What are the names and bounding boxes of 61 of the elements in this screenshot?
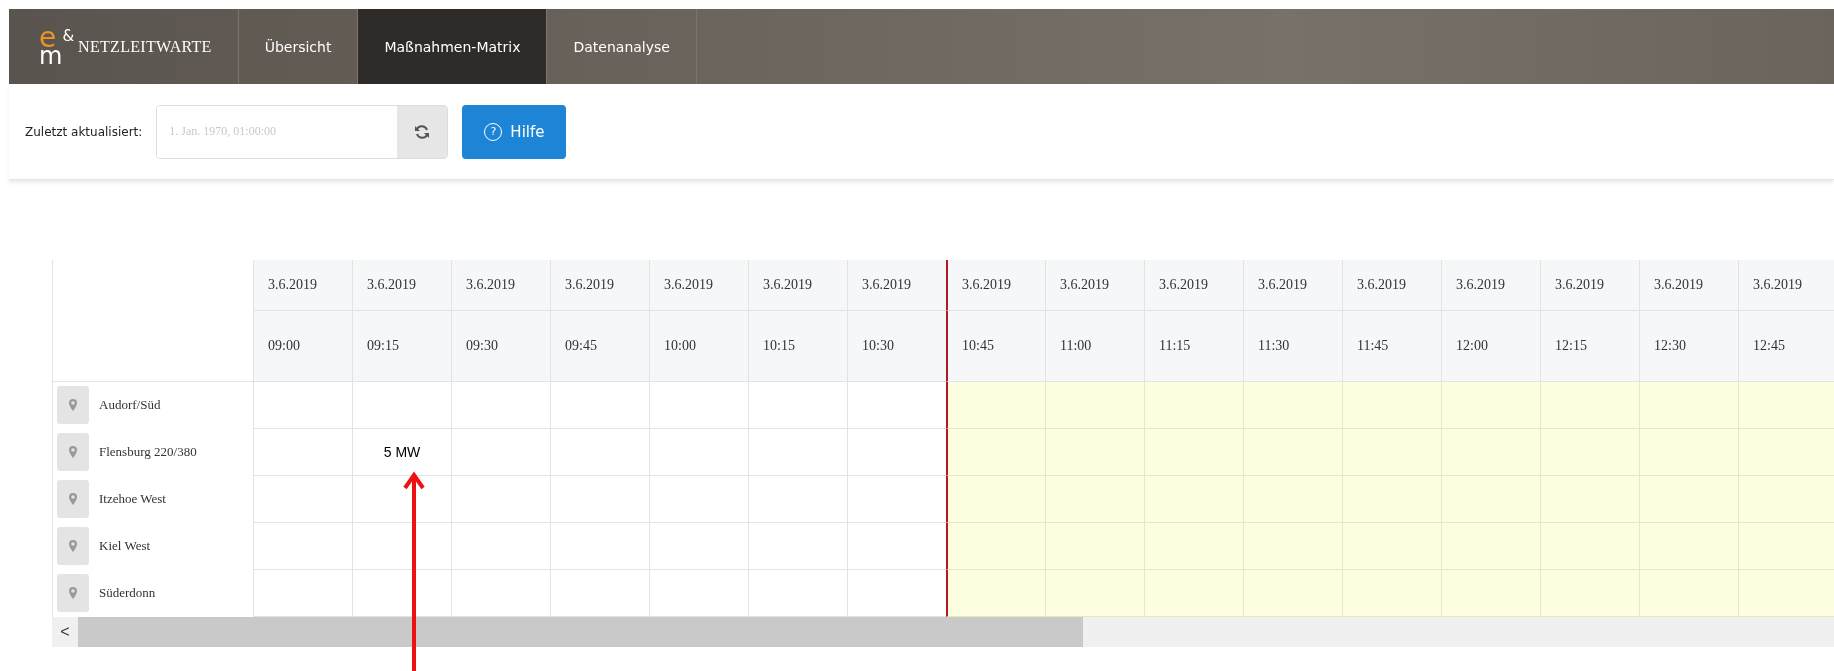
- date-header: 3.6.2019: [946, 260, 1045, 311]
- date-header: 3.6.2019: [1639, 260, 1738, 311]
- time-header: 09:15: [352, 311, 451, 382]
- date-header: 3.6.2019: [748, 260, 847, 311]
- pin-icon: [69, 540, 77, 552]
- brand-name: NETZLEITWARTE: [78, 37, 212, 56]
- date-header: 3.6.2019: [352, 260, 451, 311]
- horizontal-scrollbar[interactable]: <: [52, 617, 1834, 647]
- time-header: 10:30: [847, 311, 946, 382]
- time-header: 12:15: [1540, 311, 1639, 382]
- pin-icon: [69, 493, 77, 505]
- last-updated-label: Zuletzt aktualisiert:: [25, 124, 143, 139]
- time-header: 12:30: [1639, 311, 1738, 382]
- pin-icon: [69, 587, 77, 599]
- location-button[interactable]: [57, 574, 89, 612]
- refresh-icon: [414, 123, 431, 140]
- date-header: 3.6.2019: [847, 260, 946, 311]
- logo-ampersand: &: [62, 27, 75, 45]
- time-header: 10:00: [649, 311, 748, 382]
- nav-tab[interactable]: Maßnahmen-Matrix: [358, 9, 548, 84]
- location-button[interactable]: [57, 527, 89, 565]
- time-header: 10:45: [946, 311, 1045, 382]
- time-header: 11:15: [1144, 311, 1243, 382]
- date-header: 3.6.2019: [253, 260, 352, 311]
- pin-icon: [69, 446, 77, 458]
- date-header: 3.6.2019: [451, 260, 550, 311]
- station-name: Itzehoe West: [99, 491, 166, 507]
- time-header: 09:30: [451, 311, 550, 382]
- date-header: 3.6.2019: [1144, 260, 1243, 311]
- nav-tab[interactable]: Datenanalyse: [547, 9, 697, 84]
- time-header: 11:45: [1342, 311, 1441, 382]
- logo-letter: e: [39, 26, 57, 50]
- help-button[interactable]: ? Hilfe: [462, 104, 567, 159]
- station-name: Audorf/Süd: [99, 397, 161, 413]
- location-button[interactable]: [57, 386, 89, 424]
- date-header: 3.6.2019: [1045, 260, 1144, 311]
- station-name: Kiel West: [99, 538, 151, 554]
- location-button[interactable]: [57, 433, 89, 471]
- pin-icon: [69, 399, 77, 411]
- time-header: 11:30: [1243, 311, 1342, 382]
- time-header: 11:00: [1045, 311, 1144, 382]
- refresh-button[interactable]: [397, 105, 448, 158]
- time-header: 12:45: [1738, 311, 1834, 382]
- matrix-cell: 5 MW: [352, 429, 451, 476]
- time-header: 10:15: [748, 311, 847, 382]
- location-button[interactable]: [57, 480, 89, 518]
- time-header: 09:45: [550, 311, 649, 382]
- time-header: 09:00: [253, 311, 352, 382]
- date-header: 3.6.2019: [1243, 260, 1342, 311]
- date-header: 3.6.2019: [1738, 260, 1834, 311]
- date-header: 3.6.2019: [1540, 260, 1639, 311]
- logo-letter: m: [39, 47, 63, 67]
- time-header: 12:00: [1441, 311, 1540, 382]
- date-header: 3.6.2019: [1342, 260, 1441, 311]
- brand-logo[interactable]: e m & NETZLEITWARTE: [9, 9, 239, 84]
- scroll-thumb[interactable]: [78, 617, 1083, 647]
- station-name: Flensburg 220/380: [99, 444, 197, 460]
- date-header: 3.6.2019: [649, 260, 748, 311]
- station-name: Süderdonn: [99, 585, 156, 601]
- date-header: 3.6.2019: [1441, 260, 1540, 311]
- date-header: 3.6.2019: [550, 260, 649, 311]
